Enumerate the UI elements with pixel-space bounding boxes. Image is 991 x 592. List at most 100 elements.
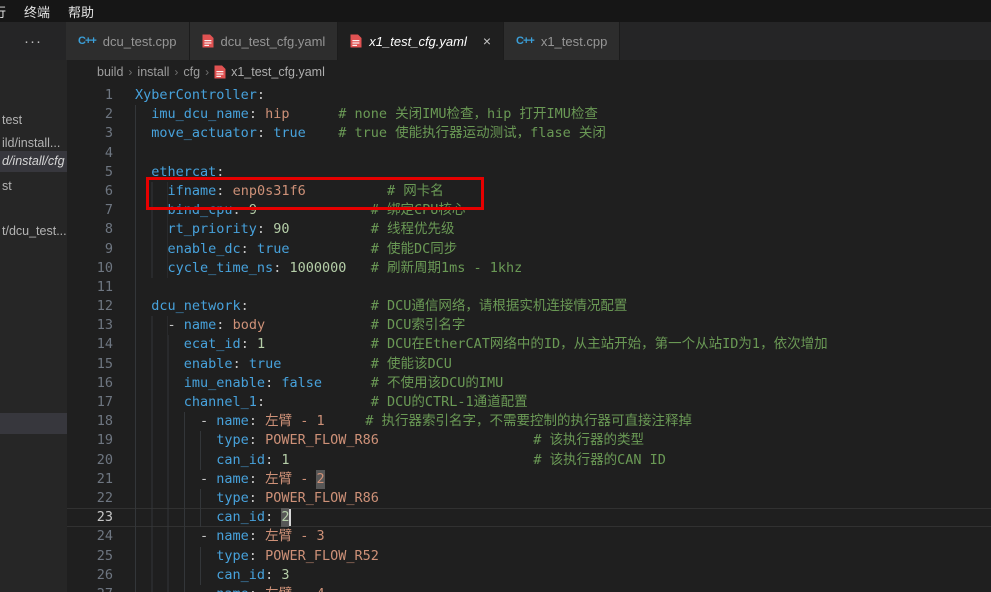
code-line[interactable]: 5 ethercat: — [67, 163, 991, 182]
code-line[interactable]: 10 cycle_time_ns: 1000000 # 刷新周期1ms - 1k… — [67, 259, 991, 278]
code-token: can_id — [216, 566, 265, 585]
sidebar-item[interactable]: st — [0, 176, 67, 197]
code-token — [135, 124, 151, 143]
code-line[interactable]: 20 can_id: 1 # 该执行器的CAN ID — [67, 451, 991, 470]
code-token: : — [249, 585, 265, 592]
code-editor[interactable]: 1 XyberController: 2 imu_dcu_name: hip # n… — [67, 84, 991, 592]
line-number: 25 — [67, 547, 113, 566]
code-line[interactable]: 4 — [67, 144, 991, 163]
code-token: : — [216, 163, 224, 182]
breadcrumb-item[interactable]: cfg — [183, 65, 200, 79]
tab-dcu_test_cfg.yaml[interactable]: dcu_test_cfg.yaml — [190, 22, 339, 60]
sidebar-item[interactable]: test — [0, 110, 67, 131]
code-line[interactable]: 6 ifname: enp0s31f6 # 网卡名 — [67, 182, 991, 201]
tab-dcu_test.cpp[interactable]: C++dcu_test.cpp — [66, 22, 190, 60]
code-line[interactable]: 26 can_id: 3 — [67, 566, 991, 585]
code-token: # 执行器索引名字，不需要控制的执行器可直接注释掉 — [365, 412, 692, 431]
code-line[interactable]: 25 type: POWER_FLOW_R52 — [67, 547, 991, 566]
code-token — [135, 220, 168, 239]
line-number: 10 — [67, 259, 113, 278]
code-line[interactable]: 18 - name: 左臂 - 1 # 执行器索引名字，不需要控制的执行器可直接… — [67, 412, 991, 431]
line-number: 1 — [67, 86, 113, 105]
code-token: 1000000 — [289, 259, 346, 278]
sidebar-item[interactable]: t/dcu_test... — [0, 221, 67, 242]
line-number: 9 — [67, 240, 113, 259]
code-line[interactable]: 15 enable: true # 使能该DCU — [67, 355, 991, 374]
code-token: name — [216, 412, 249, 431]
code-token — [135, 431, 216, 450]
code-line[interactable]: 3 move_actuator: true # true 使能执行器运动测试，f… — [67, 124, 991, 143]
code-line[interactable]: 11 — [67, 278, 991, 297]
code-line[interactable]: 19 type: POWER_FLOW_R86 # 该执行器的类型 — [67, 431, 991, 450]
code-line[interactable]: 24 - name: 左臂 - 3 — [67, 527, 991, 546]
code-line[interactable]: 8 rt_priority: 90 # 线程优先级 — [67, 220, 991, 239]
line-number: 23 — [67, 508, 113, 527]
code-line[interactable]: 27 - name: 左臂 - 4 — [67, 585, 991, 592]
code-token: 2 — [281, 508, 289, 527]
yaml-file-icon — [214, 65, 226, 79]
menu-item-terminal[interactable]: 终端 — [15, 2, 59, 21]
code-token: : — [249, 431, 265, 450]
menu-item-help[interactable]: 帮助 — [59, 2, 103, 21]
more-actions-button[interactable]: ··· — [0, 22, 66, 60]
code-token: - — [200, 585, 216, 592]
sidebar-item[interactable]: d/install/cfg — [0, 151, 67, 172]
cpp-file-icon: C++ — [516, 35, 534, 47]
code-line[interactable]: 2 imu_dcu_name: hip # none 关闭IMU检查，hip 打… — [67, 105, 991, 124]
code-token: : — [249, 412, 265, 431]
code-line[interactable]: 22 type: POWER_FLOW_R86 — [67, 489, 991, 508]
code-token — [322, 374, 371, 393]
code-token: : — [257, 220, 273, 239]
code-token: XyberController — [135, 86, 257, 105]
code-token: POWER_FLOW_R52 — [265, 547, 379, 566]
code-token — [135, 412, 200, 431]
code-line[interactable]: 14 ecat_id: 1 # DCU在EtherCAT网络中的ID，从主站开始… — [67, 335, 991, 354]
breadcrumb-item[interactable]: build — [97, 65, 123, 79]
cpp-file-icon: C++ — [78, 35, 96, 47]
code-token — [135, 355, 184, 374]
code-token — [135, 508, 216, 527]
sidebar-item-label: t/dcu_test... — [0, 224, 67, 238]
code-line[interactable]: 21 - name: 左臂 - 2 — [67, 470, 991, 489]
line-number: 21 — [67, 470, 113, 489]
line-number: 27 — [67, 585, 113, 592]
code-token: hip — [265, 105, 289, 124]
code-token: true — [273, 124, 306, 143]
line-number: 24 — [67, 527, 113, 546]
sidebar-item-selected-empty[interactable] — [0, 413, 67, 434]
code-line[interactable]: 12 dcu_network: # DCU通信网络，请根据实机连接情况配置 — [67, 297, 991, 316]
code-token — [135, 316, 168, 335]
sidebar-item-label: d/install/cfg — [0, 154, 65, 168]
code-token — [135, 105, 151, 124]
tab-bar: ··· C++dcu_test.cpp dcu_test_cfg.yaml x1_t… — [0, 22, 991, 60]
breadcrumb-file[interactable]: x1_test_cfg.yaml — [214, 65, 325, 79]
code-token: # 绑定CPU核心 — [371, 201, 466, 220]
line-number: 12 — [67, 297, 113, 316]
code-token: : — [216, 182, 232, 201]
code-line[interactable]: 1XyberController: — [67, 86, 991, 105]
code-token: - — [200, 470, 216, 489]
breadcrumb-item[interactable]: install — [137, 65, 169, 79]
close-icon[interactable]: × — [483, 34, 491, 48]
sidebar-item-label: test — [0, 113, 22, 127]
menu-item-run[interactable]: 行 — [0, 2, 15, 21]
code-line[interactable]: 9 enable_dc: true # 使能DC同步 — [67, 240, 991, 259]
code-line[interactable]: 17 channel_1: # DCU的CTRL-1通道配置 — [67, 393, 991, 412]
code-token: # DCU的CTRL-1通道配置 — [371, 393, 528, 412]
code-line[interactable]: 13 - name: body # DCU索引名字 — [67, 316, 991, 335]
code-token — [135, 470, 200, 489]
code-line[interactable]: 16 imu_enable: false # 不使用该DCU的IMU — [67, 374, 991, 393]
chevron-right-icon: › — [205, 65, 209, 79]
code-token — [135, 182, 168, 201]
code-token: type — [216, 431, 249, 450]
tab-x1_test.cpp[interactable]: C++x1_test.cpp — [504, 22, 620, 60]
code-token — [325, 412, 366, 431]
code-line[interactable]: 23 can_id: 2 — [67, 508, 991, 527]
code-token: # none 关闭IMU检查，hip 打开IMU检查 — [338, 105, 598, 124]
code-line[interactable]: 7 bind_cpu: 9 # 绑定CPU核心 — [67, 201, 991, 220]
code-token — [379, 431, 533, 450]
tab-label: dcu_test_cfg.yaml — [221, 34, 326, 49]
tab-x1_test_cfg.yaml[interactable]: x1_test_cfg.yaml× — [338, 22, 504, 60]
code-token: dcu_network — [151, 297, 240, 316]
code-token — [135, 451, 216, 470]
